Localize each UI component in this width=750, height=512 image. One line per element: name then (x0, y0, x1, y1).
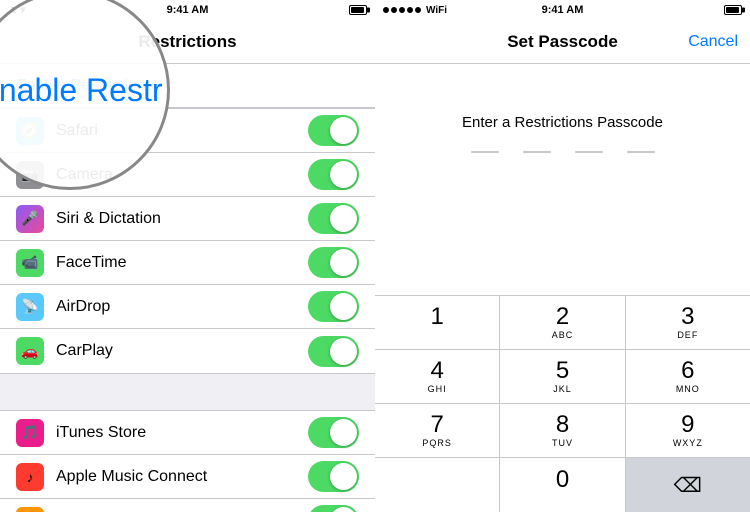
passcode-dots (471, 151, 655, 153)
key-6[interactable]: 6 MNO (626, 350, 750, 403)
dot-2 (391, 7, 397, 13)
dot-3 (399, 7, 405, 13)
nav-bar-right: Set Passcode Cancel (375, 20, 750, 64)
numpad-row-4: 0 . ⌫ (375, 458, 750, 512)
carplay-label: CarPlay (56, 342, 308, 360)
settings-row-carplay[interactable]: 🚗 CarPlay (0, 329, 375, 373)
numpad-row-1: 1 . 2 ABC 3 DEF (375, 296, 750, 350)
music-toggle[interactable] (308, 461, 359, 492)
siri-icon: 🎤 (16, 205, 44, 233)
music-icon: ♪ (16, 463, 44, 491)
dash-2 (523, 151, 551, 153)
itunes-label: iTunes Store (56, 424, 308, 442)
dash-3 (575, 151, 603, 153)
itunes-toggle[interactable] (308, 417, 359, 448)
key-4[interactable]: 4 GHI (375, 350, 500, 403)
settings-row-airdrop[interactable]: 📡 AirDrop (0, 285, 375, 329)
key-2[interactable]: 2 ABC (500, 296, 625, 349)
key-1[interactable]: 1 . (375, 296, 500, 349)
key-9[interactable]: 9 WXYZ (626, 404, 750, 457)
dash-1 (471, 151, 499, 153)
set-passcode-title: Set Passcode (507, 32, 618, 52)
dot-5 (415, 7, 421, 13)
settings-row-facetime[interactable]: 📹 FaceTime (0, 241, 375, 285)
circle-text: Enable Restr (0, 72, 170, 109)
wifi-icon: WiFi (426, 5, 447, 16)
settings-row-siri[interactable]: 🎤 Siri & Dictation (0, 197, 375, 241)
delete-icon: ⌫ (674, 473, 702, 498)
camera-toggle[interactable] (308, 159, 359, 190)
numpad-row-2: 4 GHI 5 JKL 6 MNO (375, 350, 750, 404)
siri-toggle[interactable] (308, 203, 359, 234)
carplay-icon: 🚗 (16, 337, 44, 365)
battery-area-left (349, 5, 367, 15)
passcode-prompt: Enter a Restrictions Passcode 1 . 2 ABC … (375, 64, 750, 512)
settings-row-music[interactable]: ♪ Apple Music Connect (0, 455, 375, 499)
ibooks-toggle[interactable] (308, 505, 359, 512)
dash-4 (627, 151, 655, 153)
carplay-toggle[interactable] (308, 336, 359, 367)
key-0[interactable]: 0 . (500, 458, 625, 512)
itunes-icon: 🎵 (16, 419, 44, 447)
safari-toggle[interactable] (308, 115, 359, 146)
settings-row-itunes[interactable]: 🎵 iTunes Store (0, 411, 375, 455)
key-empty (375, 458, 500, 512)
key-8[interactable]: 8 TUV (500, 404, 625, 457)
passcode-instruction: Enter a Restrictions Passcode (462, 114, 663, 131)
key-7[interactable]: 7 PQRS (375, 404, 500, 457)
right-panel: WiFi 9:41 AM Set Passcode Cancel Enter a… (375, 0, 750, 512)
settings-row-ibooks[interactable]: 📚 iBooks Store (0, 499, 375, 512)
dot-1 (383, 7, 389, 13)
facetime-icon: 📹 (16, 249, 44, 277)
signal-dots: WiFi (383, 5, 447, 16)
airdrop-icon: 📡 (16, 293, 44, 321)
status-bar-right: WiFi 9:41 AM (375, 0, 750, 20)
siri-label: Siri & Dictation (56, 210, 308, 228)
battery-icon-right (724, 5, 742, 15)
left-panel: ▲▼ 9:41 AM Restrictions Enable Restr Ena… (0, 0, 375, 512)
time-right: 9:41 AM (542, 4, 584, 16)
dot-4 (407, 7, 413, 13)
numpad-row-3: 7 PQRS 8 TUV 9 WXYZ (375, 404, 750, 458)
battery-area-right (724, 5, 742, 15)
airdrop-label: AirDrop (56, 298, 308, 316)
key-3[interactable]: 3 DEF (626, 296, 750, 349)
music-label: Apple Music Connect (56, 468, 308, 486)
key-5[interactable]: 5 JKL (500, 350, 625, 403)
delete-button[interactable]: ⌫ (626, 458, 750, 512)
facetime-toggle[interactable] (308, 247, 359, 278)
time-left: 9:41 AM (167, 4, 209, 16)
ibooks-icon: 📚 (16, 507, 44, 512)
settings-group-2: 🎵 iTunes Store ♪ Apple Music Connect 📚 i… (0, 410, 375, 512)
numpad: 1 . 2 ABC 3 DEF 4 GHI 5 (375, 295, 750, 512)
section-gap (0, 374, 375, 410)
facetime-label: FaceTime (56, 254, 308, 272)
cancel-button[interactable]: Cancel (688, 33, 738, 51)
airdrop-toggle[interactable] (308, 291, 359, 322)
battery-icon-left (349, 5, 367, 15)
